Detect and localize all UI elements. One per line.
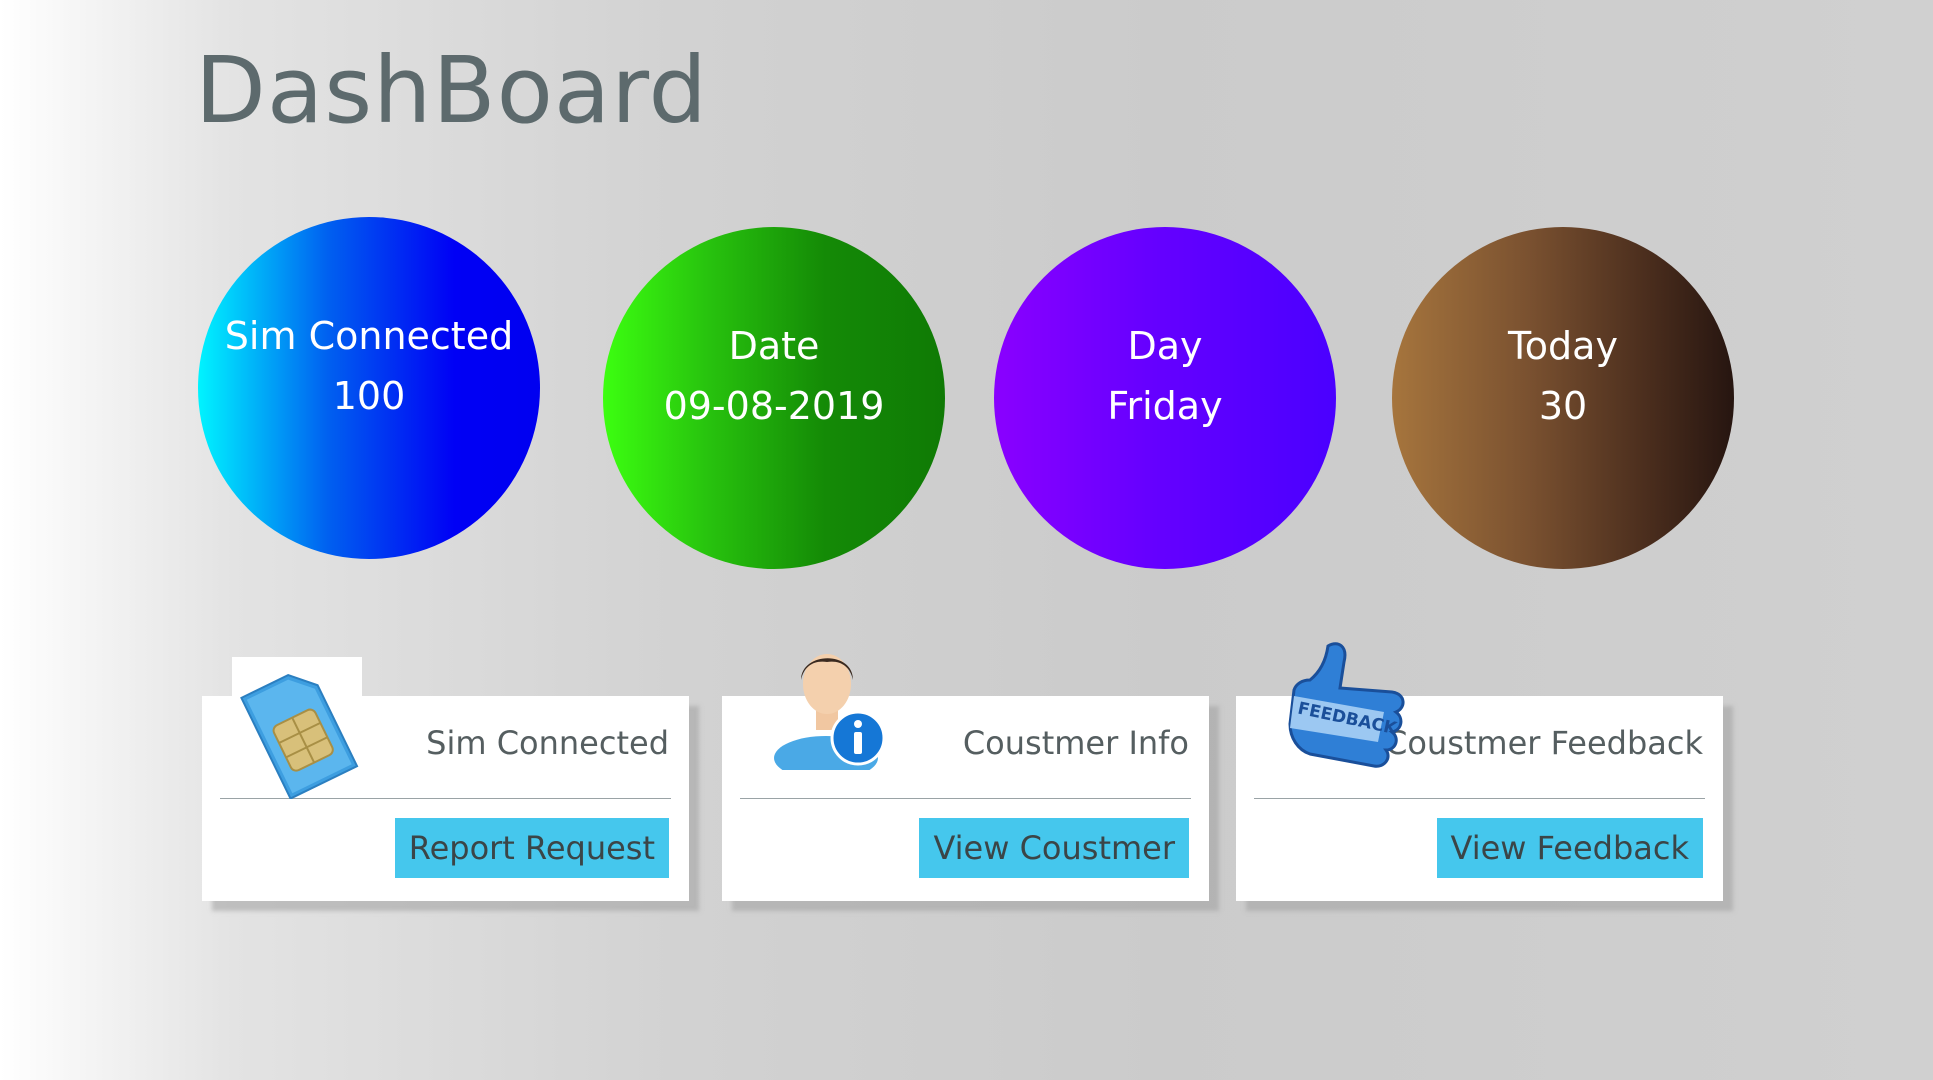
card-divider <box>740 798 1191 799</box>
card-divider <box>1254 798 1705 799</box>
stat-circle-today: Today 30 <box>1392 227 1734 569</box>
stat-circle-day: Day Friday <box>994 227 1336 569</box>
report-request-button[interactable]: Report Request <box>394 818 669 878</box>
stat-value: Friday <box>1107 384 1223 428</box>
stat-value: 100 <box>332 374 406 418</box>
view-feedback-button[interactable]: View Feedback <box>1436 818 1703 878</box>
stat-label: Day <box>1127 324 1203 368</box>
view-customer-button[interactable]: View Coustmer <box>919 818 1189 878</box>
stat-circle-date: Date 09-08-2019 <box>603 227 945 569</box>
card-label: Coustmer Feedback <box>1385 724 1703 762</box>
card-label: Sim Connected <box>426 724 669 762</box>
page-title: DashBoard <box>195 37 708 144</box>
stat-value: 09-08-2019 <box>663 384 885 428</box>
feedback-thumbs-up-icon: FEEDBACK <box>1280 638 1408 774</box>
stat-label: Date <box>728 324 820 368</box>
stat-label: Sim Connected <box>224 314 514 358</box>
stat-value: 30 <box>1538 384 1588 428</box>
stat-label: Today <box>1508 324 1618 368</box>
sim-card-icon <box>232 657 362 800</box>
stat-circle-sim-connected: Sim Connected 100 <box>198 217 540 559</box>
card-label: Coustmer Info <box>962 724 1189 762</box>
user-info-icon <box>772 640 890 780</box>
